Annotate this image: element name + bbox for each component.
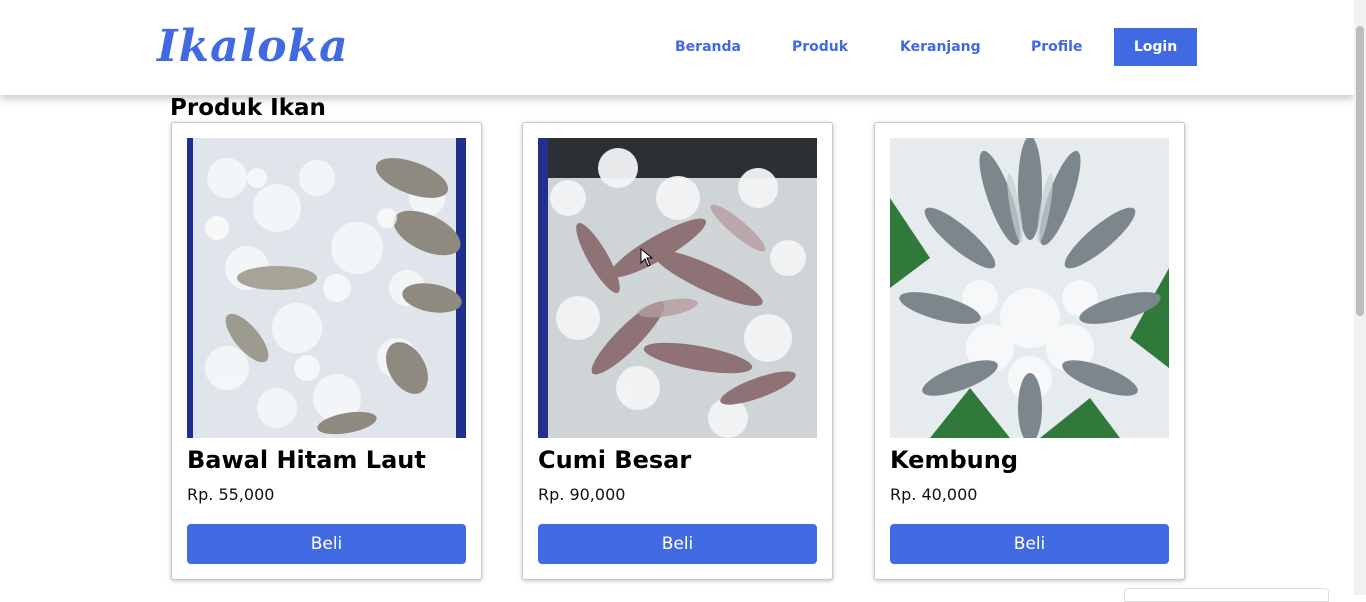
product-name: Cumi Besar (538, 446, 692, 474)
product-price: Rp. 90,000 (538, 485, 626, 504)
nav-link-beranda[interactable]: Beranda (675, 38, 741, 56)
buy-button[interactable]: Beli (890, 524, 1169, 564)
scrollbar-thumb[interactable] (1356, 26, 1364, 316)
nav-link-keranjang[interactable]: Keranjang (900, 38, 981, 56)
product-price: Rp. 55,000 (187, 485, 275, 504)
buy-button[interactable]: Beli (538, 524, 817, 564)
product-name: Kembung (890, 446, 1018, 474)
product-card: Cumi Besar Rp. 90,000 Beli (522, 122, 833, 580)
floating-widget[interactable] (1124, 588, 1329, 602)
product-card: Bawal Hitam Laut Rp. 55,000 Beli (171, 122, 482, 580)
section-title: Produk Ikan (170, 95, 326, 121)
buy-button[interactable]: Beli (187, 524, 466, 564)
navbar: Ikaloka Beranda Produk Keranjang Profile… (0, 0, 1354, 95)
nav-link-profile[interactable]: Profile (1031, 38, 1082, 56)
product-image (890, 138, 1169, 438)
brand-logo[interactable]: Ikaloka (157, 18, 349, 76)
product-price: Rp. 40,000 (890, 485, 978, 504)
login-button[interactable]: Login (1114, 28, 1197, 66)
product-name: Bawal Hitam Laut (187, 446, 426, 474)
nav-link-produk[interactable]: Produk (792, 38, 848, 56)
product-image (187, 138, 466, 438)
product-card: Kembung Rp. 40,000 Beli (874, 122, 1185, 580)
product-image (538, 138, 817, 438)
